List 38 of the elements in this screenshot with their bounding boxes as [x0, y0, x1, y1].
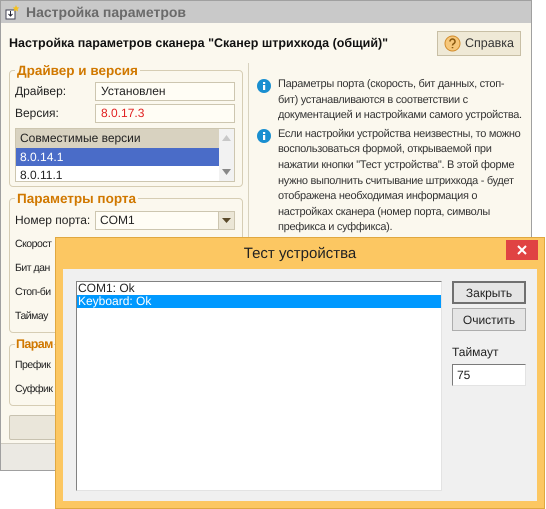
column-header: Совместимые версии — [16, 129, 219, 148]
field-label: Драйвер: — [15, 84, 68, 98]
dialog-button[interactable]: Очистить — [452, 308, 526, 331]
timeout-label: Таймаут — [452, 345, 500, 359]
group-legend: Параметры порта — [15, 191, 138, 206]
field-label: Таймау — [15, 310, 50, 322]
field-label: Скорост — [15, 238, 53, 250]
info-text: Параметры порта (скорость, бит данных, стоп-бит) устанавливаются в соответствии с документацией и настройками самого устройства. — [278, 77, 523, 124]
dialog-button[interactable]: Закрыть — [452, 281, 526, 304]
group-legend: Парам — [15, 337, 54, 351]
field-label: Бит дан — [15, 262, 51, 274]
group-legend: Драйвер и версия — [15, 63, 140, 78]
form-heading: Настройка параметров сканера "Сканер штрихкода (общий)" — [9, 36, 388, 50]
field-label: Суффик — [15, 383, 54, 395]
log-entry[interactable]: COM1: Ok — [77, 282, 441, 295]
info-icon — [257, 79, 271, 93]
port-combo[interactable]: COM1 — [95, 210, 235, 230]
version-row[interactable]: 8.0.11.1 — [16, 166, 219, 181]
dropdown-icon[interactable] — [222, 218, 231, 222]
app-icon — [4, 4, 20, 20]
scrollbar[interactable] — [219, 129, 234, 181]
info-text: Если настройки устройства неизвестны, то можно воспользоваться формой, открываемой при нажатии кнопки "Тест устройства". В этой форме нужно выполнить считывание штрихкода - будет отображена необходимая информация о настройках сканера (номер порта, символы префикса и суффикса). — [278, 126, 522, 236]
info-icon — [257, 128, 271, 143]
log-list[interactable]: COM1: Ok Keyboard: Ok — [76, 281, 442, 491]
timeout-field[interactable]: 75 — [452, 364, 526, 386]
window-title: Настройка параметров — [26, 4, 186, 20]
close-button[interactable] — [506, 240, 538, 260]
help-icon — [444, 34, 461, 52]
field-label: Номер порта: — [15, 213, 92, 227]
close-icon[interactable] — [517, 245, 527, 255]
field-label: Версия: — [15, 106, 60, 120]
version-row[interactable]: 8.0.14.1 — [16, 148, 219, 166]
text-field[interactable]: 8.0.17.3 — [95, 104, 235, 122]
field-label: Префик — [15, 359, 52, 371]
dialog-title: Тест устройства — [244, 245, 356, 262]
help-button[interactable]: Справка — [436, 30, 521, 56]
scroll-down-icon[interactable] — [222, 169, 231, 175]
text-field[interactable]: Установлен — [95, 82, 235, 100]
